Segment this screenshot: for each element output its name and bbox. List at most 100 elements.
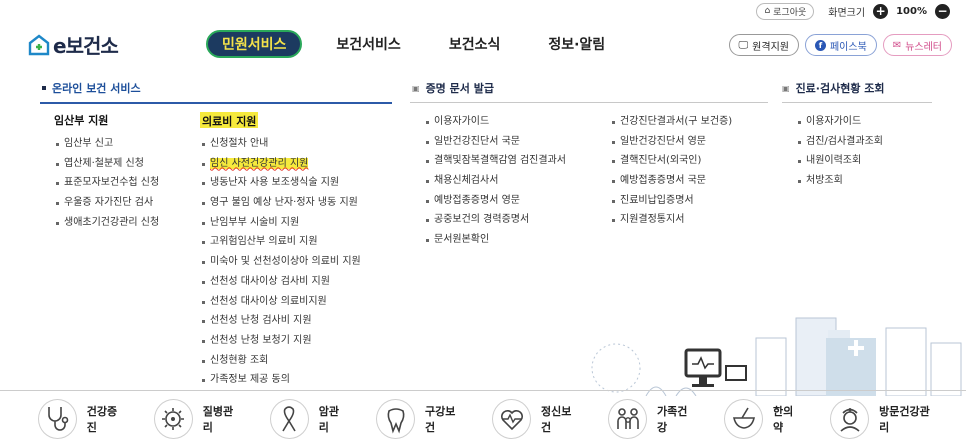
menu-list: 신청절차 안내임신 사전건강관리 지원냉동난자 사용 보조생식술 지원 영구 불임… bbox=[200, 134, 361, 390]
menu-item-label: 선천성 대사이상 검사비 지원 bbox=[210, 275, 330, 287]
category-7[interactable]: 한의약 bbox=[724, 398, 802, 439]
menu-item[interactable]: 내원이력조회 bbox=[796, 151, 883, 171]
menu-item[interactable]: 결핵및잠복결핵감염 검진결과서 bbox=[424, 151, 566, 171]
menu-item-label: 신청절차 안내 bbox=[210, 138, 269, 149]
newsletter-button[interactable]: ✉ 뉴스레터 bbox=[882, 34, 952, 56]
nav-health-news[interactable]: 보건소식 bbox=[435, 30, 515, 58]
facebook-button[interactable]: f 페이스북 bbox=[804, 34, 877, 56]
menu-item[interactable]: 채용신체검사서 bbox=[424, 171, 566, 191]
category-label: 질병관리 bbox=[202, 404, 234, 434]
arrow-right-icon: ▣ bbox=[412, 83, 420, 93]
menu-item[interactable]: 생애초기건강관리 신청 bbox=[54, 213, 159, 233]
menu-item-label: 미숙아 및 선천성이상아 의료비 지원 bbox=[210, 256, 361, 268]
monitor-icon: 🖵 bbox=[738, 39, 749, 51]
menu-item[interactable]: 냉동난자 사용 보조생식술 지원 bbox=[200, 173, 361, 193]
main-nav: 민원서비스 보건서비스 보건소식 정보·알림 bbox=[206, 30, 639, 58]
menu-item[interactable]: 선천성 난청 검사비 지원 bbox=[200, 311, 361, 331]
menu-item[interactable]: 예방접종증명서 국문 bbox=[610, 171, 732, 191]
category-5[interactable]: 정신보건 bbox=[492, 398, 580, 439]
nav-info-notice[interactable]: 정보·알림 bbox=[534, 30, 619, 58]
menu-item[interactable]: 선천성 난청 보청기 지원 bbox=[200, 331, 361, 351]
category-4[interactable]: 구강보건 bbox=[376, 398, 464, 439]
zoom-out-button[interactable]: − bbox=[935, 3, 950, 19]
menu-item-label: 진료비납입증명서 bbox=[620, 194, 694, 206]
menu-item[interactable]: 가족정보 제공 동의 bbox=[200, 370, 361, 390]
mortar-icon bbox=[724, 398, 763, 439]
zoom-in-button[interactable]: + bbox=[873, 3, 889, 19]
menu-item[interactable]: 검진/검사결과조회 bbox=[796, 132, 883, 152]
category-label: 방문건강관리 bbox=[879, 404, 930, 434]
city-illustration bbox=[591, 317, 962, 396]
logout-button[interactable]: ⌂ 로그아웃 bbox=[756, 2, 815, 20]
menu-item[interactable]: 영구 불임 예상 난자·정자 냉동 지원 bbox=[200, 193, 361, 213]
menu-item[interactable]: 문서원본확인 bbox=[424, 230, 566, 250]
menu-item[interactable]: 공중보건의 경력증명서 bbox=[424, 210, 566, 230]
section-exam-status[interactable]: ▣ 진료·검사현황 조회 bbox=[782, 80, 885, 96]
menu-item[interactable]: 선천성 대사이상 검사비 지원 bbox=[200, 272, 361, 292]
menu-item[interactable]: 표준모자보건수첩 신청 bbox=[54, 173, 159, 193]
category-3[interactable]: 암관리 bbox=[270, 398, 348, 439]
section-certificate[interactable]: ▣ 증명 문서 발급 bbox=[412, 80, 494, 96]
menu-item[interactable]: 일반건강진단서 국문 bbox=[424, 132, 566, 152]
menu-item-label: 채용신체검사서 bbox=[434, 175, 499, 187]
menu-item[interactable]: 우울증 자가진단 검사 bbox=[54, 193, 159, 213]
menu-item[interactable]: 신청절차 안내 bbox=[200, 134, 361, 154]
tooth-icon bbox=[376, 398, 415, 439]
menu-item[interactable]: 예방접종증명서 영문 bbox=[424, 191, 566, 211]
menu-item[interactable]: 신청현황 조회 bbox=[200, 351, 361, 371]
section-divider bbox=[410, 102, 768, 103]
menu-item[interactable]: 임산부 신고 bbox=[54, 134, 159, 154]
category-2[interactable]: 질병관리 bbox=[154, 398, 242, 439]
menu-item-label: 생애초기건강관리 신청 bbox=[64, 216, 160, 228]
zoom-value: 100% bbox=[896, 5, 927, 17]
menu-item[interactable]: 일반건강진단서 영문 bbox=[610, 132, 732, 152]
remote-support-button[interactable]: 🖵 원격지원 bbox=[728, 34, 799, 56]
menu-item-label: 지원결정통지서 bbox=[620, 214, 685, 226]
category-label: 건강증진 bbox=[86, 404, 118, 434]
category-6[interactable]: 가족건강 bbox=[608, 398, 696, 439]
column-title: 의료비 지원 bbox=[200, 112, 259, 128]
category-label: 가족건강 bbox=[656, 404, 688, 434]
category-label: 암관리 bbox=[318, 404, 340, 434]
virus-icon bbox=[154, 398, 193, 439]
stethoscope-icon bbox=[38, 398, 77, 439]
menu-item[interactable]: 건강진단결과서(구 보건증) bbox=[610, 112, 732, 132]
menu-item-label: 가족정보 제공 동의 bbox=[210, 374, 290, 386]
section-online-service[interactable]: 온라인 보건 서비스 bbox=[42, 80, 141, 96]
menu-item[interactable]: 이용자가이드 bbox=[424, 112, 566, 132]
menu-item[interactable]: 미숙아 및 선천성이상아 의료비 지원 bbox=[200, 252, 361, 272]
facebook-icon: f bbox=[814, 39, 826, 51]
menu-item-label: 예방접종증명서 국문 bbox=[620, 175, 706, 187]
menu-item-label: 난임부부 시술비 지원 bbox=[210, 216, 300, 228]
menu-item-label: 검진/검사결과조회 bbox=[806, 135, 883, 147]
menu-item-label: 임신 사전건강관리 지원 bbox=[210, 157, 309, 169]
category-1[interactable]: 건강증진 bbox=[38, 398, 126, 439]
menu-item-label: 처방조회 bbox=[806, 175, 843, 187]
menu-item[interactable]: 임신 사전건강관리 지원 bbox=[200, 154, 361, 174]
menu-item[interactable]: 진료비납입증명서 bbox=[610, 191, 732, 211]
menu-item[interactable]: 난임부부 시술비 지원 bbox=[200, 213, 361, 233]
menu-item[interactable]: 선천성 대사이상 의료비지원 bbox=[200, 292, 361, 312]
site-logo[interactable]: e보건소 bbox=[28, 30, 119, 59]
menu-item-label: 건강진단결과서(구 보건증) bbox=[620, 116, 733, 127]
menu-item-label: 일반건강진단서 영문 bbox=[620, 135, 706, 147]
category-label: 한의약 bbox=[772, 404, 794, 434]
column-pregnant-support: 임산부 지원 임산부 신고 엽산제·철분제 신청 표준모자보건수첩 신청 우울증 자가… bbox=[54, 112, 159, 232]
menu-item[interactable]: 결핵진단서(외국인) bbox=[610, 151, 732, 171]
home-logo-icon bbox=[28, 33, 50, 55]
menu-item[interactable]: 고위험임산부 의료비 지원 bbox=[200, 232, 361, 252]
menu-list: 임산부 신고 엽산제·철분제 신청 표준모자보건수첩 신청 우울증 자가진단 검사생애… bbox=[54, 134, 159, 232]
nav-civil-service[interactable]: 민원서비스 bbox=[206, 30, 303, 58]
menu-item-label: 이용자가이드 bbox=[434, 116, 490, 127]
menu-item[interactable]: 처방조회 bbox=[796, 171, 883, 191]
column-certificate-2: 건강진단결과서(구 보건증) 일반건강진단서 영문결핵진단서(외국인) 예방접종증명… bbox=[610, 112, 732, 230]
menu-list: 이용자가이드검진/검사결과조회내원이력조회처방조회 bbox=[796, 112, 883, 191]
heart-pulse-icon bbox=[492, 398, 531, 439]
menu-item-label: 선천성 난청 보청기 지원 bbox=[210, 334, 312, 346]
nav-health-service[interactable]: 보건서비스 bbox=[322, 30, 414, 58]
category-8[interactable]: 방문건강관리 bbox=[830, 398, 938, 439]
menu-item[interactable]: 엽산제·철분제 신청 bbox=[54, 154, 159, 174]
menu-item[interactable]: 지원결정통지서 bbox=[610, 210, 732, 230]
menu-item[interactable]: 이용자가이드 bbox=[796, 112, 883, 132]
mail-icon: ✉ bbox=[892, 39, 902, 51]
